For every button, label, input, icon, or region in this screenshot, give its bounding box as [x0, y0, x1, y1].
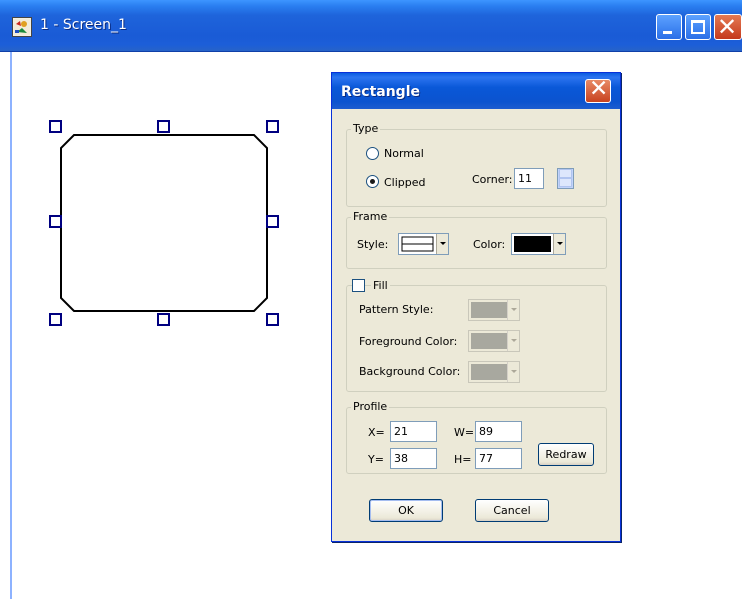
- clipped-label: Clipped: [384, 176, 426, 189]
- line-style-icon: [401, 236, 434, 252]
- h-input[interactable]: 77: [475, 448, 522, 469]
- close-icon: ✕: [589, 76, 609, 102]
- chevron-down-icon[interactable]: [507, 331, 519, 351]
- redraw-button[interactable]: Redraw: [538, 443, 594, 466]
- rectangle-outline[interactable]: [60, 134, 268, 312]
- selection-handle-middle-right[interactable]: [266, 215, 279, 228]
- profile-group: Profile X= 21 W= 89 Y= 38 H= 77 Redraw: [346, 400, 607, 474]
- foreground-color-label: Foreground Color:: [359, 335, 458, 348]
- clipped-rectangle-shape[interactable]: [40, 115, 290, 335]
- w-input[interactable]: 89: [475, 421, 522, 442]
- pattern-swatch: [471, 302, 507, 318]
- type-group-label: Type: [351, 122, 381, 135]
- selection-handle-bottom-left[interactable]: [49, 313, 62, 326]
- app-icon[interactable]: [12, 17, 32, 37]
- maximize-icon: [691, 20, 705, 34]
- color-swatch: [514, 236, 551, 252]
- corner-label: Corner:: [472, 173, 513, 186]
- selection-handle-top-right[interactable]: [266, 120, 279, 133]
- w-label: W=: [454, 426, 475, 439]
- chevron-down-icon[interactable]: [507, 362, 519, 382]
- profile-group-label: Profile: [351, 400, 390, 413]
- foreground-color-combo[interactable]: [468, 330, 520, 352]
- spin-up-icon[interactable]: [559, 169, 572, 178]
- fill-checkbox[interactable]: [352, 279, 365, 292]
- normal-radio[interactable]: [366, 147, 379, 160]
- cancel-button[interactable]: Cancel: [475, 499, 549, 522]
- selection-handle-bottom-center[interactable]: [157, 313, 170, 326]
- pattern-style-combo[interactable]: [468, 299, 520, 321]
- window-left-border: [0, 52, 12, 599]
- corner-input[interactable]: 11: [514, 168, 544, 189]
- corner-spinner[interactable]: [557, 168, 574, 189]
- h-label: H=: [454, 453, 472, 466]
- chevron-down-icon[interactable]: [436, 234, 448, 254]
- clipped-radio[interactable]: [366, 175, 379, 188]
- minimize-button[interactable]: [656, 14, 682, 40]
- normal-label: Normal: [384, 147, 424, 160]
- dialog-close-button[interactable]: ✕: [585, 76, 611, 103]
- window-title: 1 - Screen_1: [40, 17, 127, 33]
- maximize-button[interactable]: [685, 14, 711, 40]
- minimize-icon: [663, 31, 672, 34]
- frame-style-combo[interactable]: [398, 233, 449, 255]
- fill-group: Fill Pattern Style: Foreground Color: Ba…: [346, 279, 607, 392]
- spin-down-icon[interactable]: [559, 178, 572, 187]
- background-color-combo[interactable]: [468, 361, 520, 383]
- x-label: X=: [368, 426, 385, 439]
- y-input[interactable]: 38: [390, 448, 437, 469]
- background-color-label: Background Color:: [359, 365, 461, 378]
- selection-handle-middle-left[interactable]: [49, 215, 62, 228]
- chevron-down-icon[interactable]: [553, 234, 565, 254]
- page: 1 - Screen_1 ✕ Rectangle ✕ Type Normal C…: [0, 0, 742, 599]
- selection-handle-bottom-right[interactable]: [266, 313, 279, 326]
- fill-label: Fill: [371, 279, 390, 292]
- close-icon: ✕: [717, 13, 738, 41]
- y-label: Y=: [368, 453, 384, 466]
- ok-button[interactable]: OK: [369, 499, 443, 522]
- frame-color-combo[interactable]: [511, 233, 566, 255]
- window-titlebar[interactable]: 1 - Screen_1 ✕: [0, 0, 742, 52]
- type-group: Type Normal Clipped Corner: 11: [346, 122, 607, 207]
- style-label: Style:: [357, 238, 389, 251]
- selection-handle-top-center[interactable]: [157, 120, 170, 133]
- pattern-style-label: Pattern Style:: [359, 303, 434, 316]
- dialog-titlebar[interactable]: Rectangle ✕: [332, 73, 620, 109]
- frame-group-label: Frame: [351, 210, 390, 223]
- close-button[interactable]: ✕: [714, 13, 742, 41]
- frame-color-label: Color:: [473, 238, 506, 251]
- rectangle-dialog: Rectangle ✕ Type Normal Clipped Corner: …: [331, 72, 621, 542]
- chevron-down-icon[interactable]: [507, 300, 519, 320]
- x-input[interactable]: 21: [390, 421, 437, 442]
- frame-group: Frame Style: Color:: [346, 210, 607, 269]
- dialog-title: Rectangle: [341, 84, 420, 100]
- selection-handle-top-left[interactable]: [49, 120, 62, 133]
- background-swatch: [471, 364, 507, 380]
- foreground-swatch: [471, 333, 507, 349]
